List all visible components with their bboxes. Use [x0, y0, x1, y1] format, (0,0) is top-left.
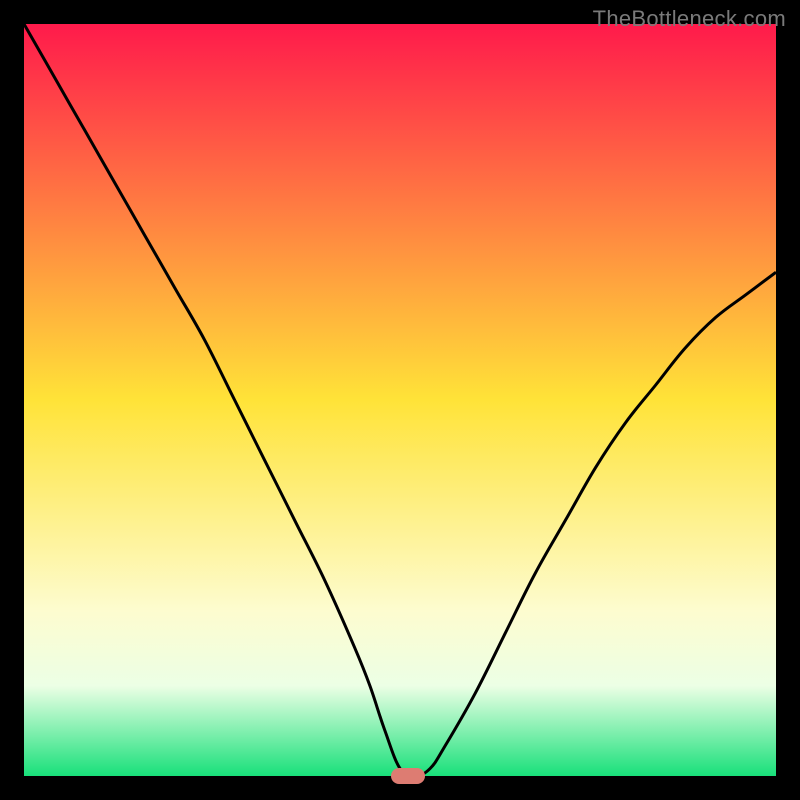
chart-frame: TheBottleneck.com — [0, 0, 800, 800]
plot-area — [24, 24, 776, 776]
optimal-point-marker — [391, 768, 425, 784]
watermark-label: TheBottleneck.com — [593, 6, 786, 32]
gradient-rect — [24, 24, 776, 776]
gradient-background — [24, 24, 776, 776]
